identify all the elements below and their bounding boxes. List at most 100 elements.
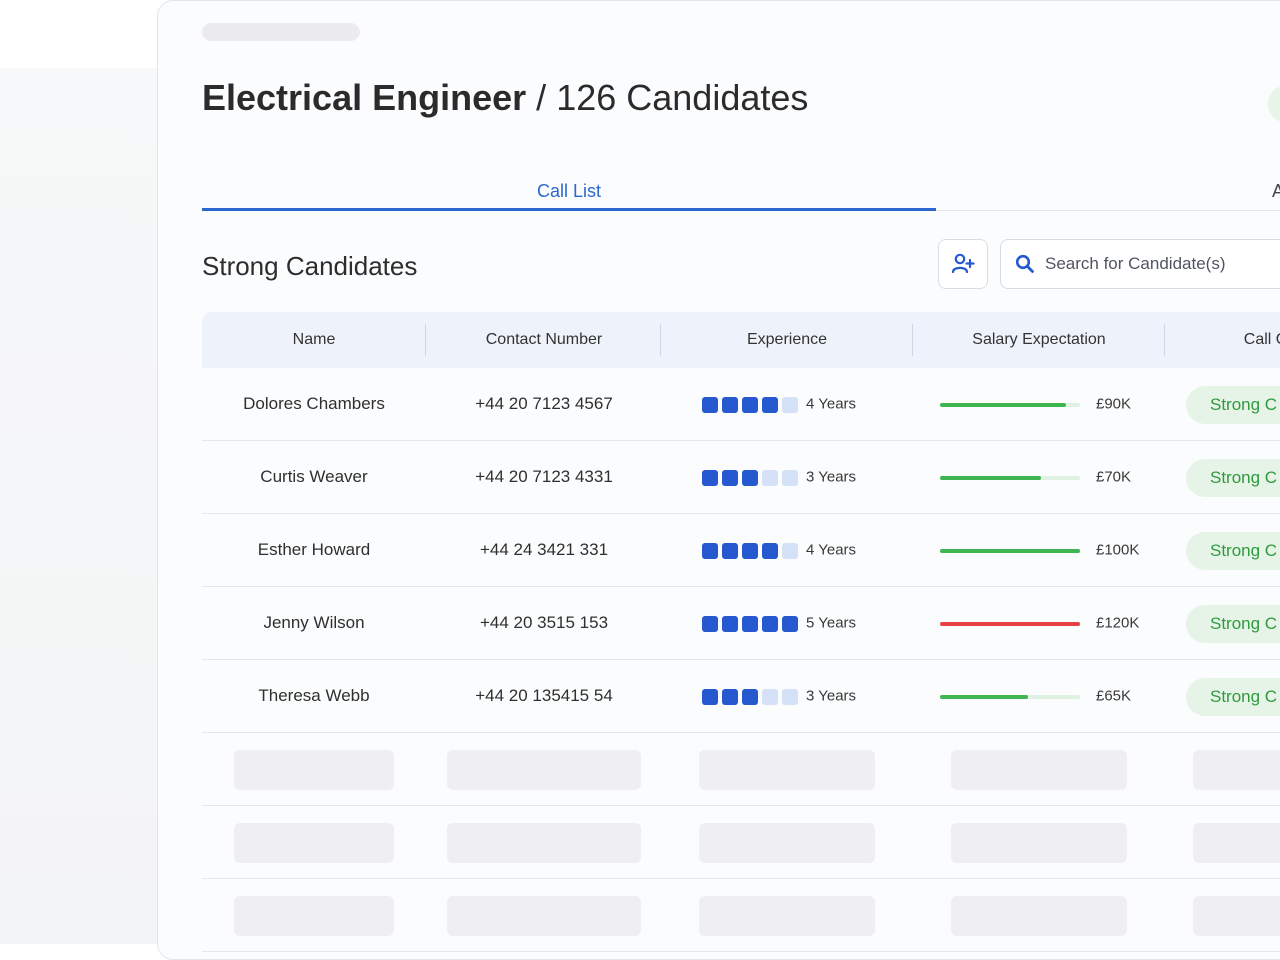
salary-bar xyxy=(940,694,1080,699)
experience-block xyxy=(762,396,778,413)
breadcrumb-placeholder xyxy=(202,23,360,41)
experience-block xyxy=(702,615,718,632)
salary-cell: £65K xyxy=(940,660,1170,732)
salary-value: £120K xyxy=(1096,614,1140,632)
salary-value: £65K xyxy=(1096,687,1132,705)
salary-bar xyxy=(940,475,1080,480)
experience-meter xyxy=(702,688,798,705)
contact-number[interactable]: +44 20 135415 54 xyxy=(426,660,662,732)
experience-block xyxy=(782,615,798,632)
loading-cell xyxy=(951,823,1127,863)
salary-bar xyxy=(940,548,1080,553)
table-row[interactable]: Esther Howard +44 24 3421 331 4 Years £100K… xyxy=(202,514,1280,587)
experience-block xyxy=(742,615,758,632)
candidate-name: Dolores Chambers xyxy=(243,394,385,413)
call-outcome-cell: Strong C xyxy=(1186,587,1280,659)
loading-cell xyxy=(951,750,1127,790)
header-experience[interactable]: Experience xyxy=(662,312,912,368)
status-badge[interactable]: Strong C xyxy=(1186,458,1280,497)
loading-cell xyxy=(951,896,1127,936)
section-title: Strong Candidates xyxy=(202,251,418,281)
experience-block xyxy=(742,469,758,486)
salary-cell: £120K xyxy=(940,587,1170,659)
tab-call-list[interactable]: Call List xyxy=(202,169,936,211)
loading-cell xyxy=(699,750,875,790)
salary-value: £70K xyxy=(1096,468,1132,486)
salary-bar xyxy=(940,621,1080,626)
experience-block xyxy=(762,542,778,559)
loading-cell xyxy=(1193,896,1280,936)
title-separator: / xyxy=(536,77,547,118)
contact-number[interactable]: +44 24 3421 331 xyxy=(426,514,662,586)
salary-value: £100K xyxy=(1096,541,1140,559)
experience-block xyxy=(702,542,718,559)
experience-meter xyxy=(702,615,798,632)
loading-cell xyxy=(699,823,875,863)
experience-years: 4 Years xyxy=(806,395,857,413)
experience-block xyxy=(782,688,798,705)
candidates-table: Name Contact Number Experience Salary Ex… xyxy=(202,312,1280,952)
add-user-icon xyxy=(951,253,975,274)
experience-cell: 4 Years xyxy=(702,368,882,440)
loading-row xyxy=(202,733,1280,806)
experience-block xyxy=(762,469,778,486)
loading-cell xyxy=(234,896,394,936)
experience-block xyxy=(782,542,798,559)
header-divider xyxy=(912,324,913,356)
table-row[interactable]: Dolores Chambers +44 20 7123 4567 4 Years £… xyxy=(202,368,1280,441)
experience-years: 4 Years xyxy=(806,541,857,559)
candidate-name: Jenny Wilson xyxy=(263,613,365,632)
call-outcome-cell: Strong C xyxy=(1186,441,1280,513)
table-row[interactable]: Curtis Weaver +44 20 7123 4331 3 Years £70K… xyxy=(202,441,1280,514)
search-field[interactable] xyxy=(1000,239,1280,289)
candidate-count: 126 Candidates xyxy=(556,77,809,118)
salary-bar xyxy=(940,402,1080,407)
header-name[interactable]: Name xyxy=(202,312,426,368)
header-divider xyxy=(660,324,661,356)
tab-other[interactable]: A xyxy=(936,169,1280,211)
experience-block xyxy=(702,469,718,486)
experience-block xyxy=(762,615,778,632)
experience-block xyxy=(722,469,738,486)
loading-cell xyxy=(447,750,641,790)
status-pill-placeholder xyxy=(1268,85,1280,123)
candidate-name: Curtis Weaver xyxy=(260,467,368,486)
main-panel: Electrical Engineer / 126 Candidates Cal… xyxy=(157,0,1280,960)
experience-meter xyxy=(702,469,798,486)
loading-cell xyxy=(447,896,641,936)
experience-block xyxy=(782,469,798,486)
experience-block xyxy=(702,688,718,705)
status-badge[interactable]: Strong C xyxy=(1186,677,1280,716)
loading-cell xyxy=(234,823,394,863)
experience-meter xyxy=(702,396,798,413)
contact-number[interactable]: +44 20 7123 4567 xyxy=(426,368,662,440)
search-icon xyxy=(1015,254,1034,273)
status-badge[interactable]: Strong C xyxy=(1186,531,1280,570)
table-header: Name Contact Number Experience Salary Ex… xyxy=(202,312,1280,368)
loading-cell xyxy=(699,896,875,936)
experience-block xyxy=(702,396,718,413)
header-salary[interactable]: Salary Expectation xyxy=(914,312,1164,368)
status-badge[interactable]: Strong C xyxy=(1186,385,1280,424)
status-badge[interactable]: Strong C xyxy=(1186,604,1280,643)
call-outcome-cell: Strong C xyxy=(1186,660,1280,732)
header-divider xyxy=(1164,324,1165,356)
table-row[interactable]: Jenny Wilson +44 20 3515 153 5 Years £120K S… xyxy=(202,587,1280,660)
salary-cell: £100K xyxy=(940,514,1170,586)
experience-cell: 5 Years xyxy=(702,587,882,659)
table-body: Dolores Chambers +44 20 7123 4567 4 Years £… xyxy=(202,368,1280,733)
header-contact[interactable]: Contact Number xyxy=(426,312,662,368)
contact-number[interactable]: +44 20 3515 153 xyxy=(426,587,662,659)
add-candidate-button[interactable] xyxy=(938,239,988,289)
experience-years: 3 Years xyxy=(806,687,857,705)
experience-block xyxy=(742,688,758,705)
contact-number[interactable]: +44 20 7123 4331 xyxy=(426,441,662,513)
call-outcome-cell: Strong C xyxy=(1186,368,1280,440)
loading-cell xyxy=(1193,823,1280,863)
header-call[interactable]: Call O xyxy=(1166,312,1280,368)
table-row[interactable]: Theresa Webb +44 20 135415 54 3 Years £65K S… xyxy=(202,660,1280,733)
experience-block xyxy=(782,396,798,413)
loading-row xyxy=(202,879,1280,952)
salary-bar-fill xyxy=(940,402,1066,407)
search-input[interactable] xyxy=(1043,253,1280,275)
